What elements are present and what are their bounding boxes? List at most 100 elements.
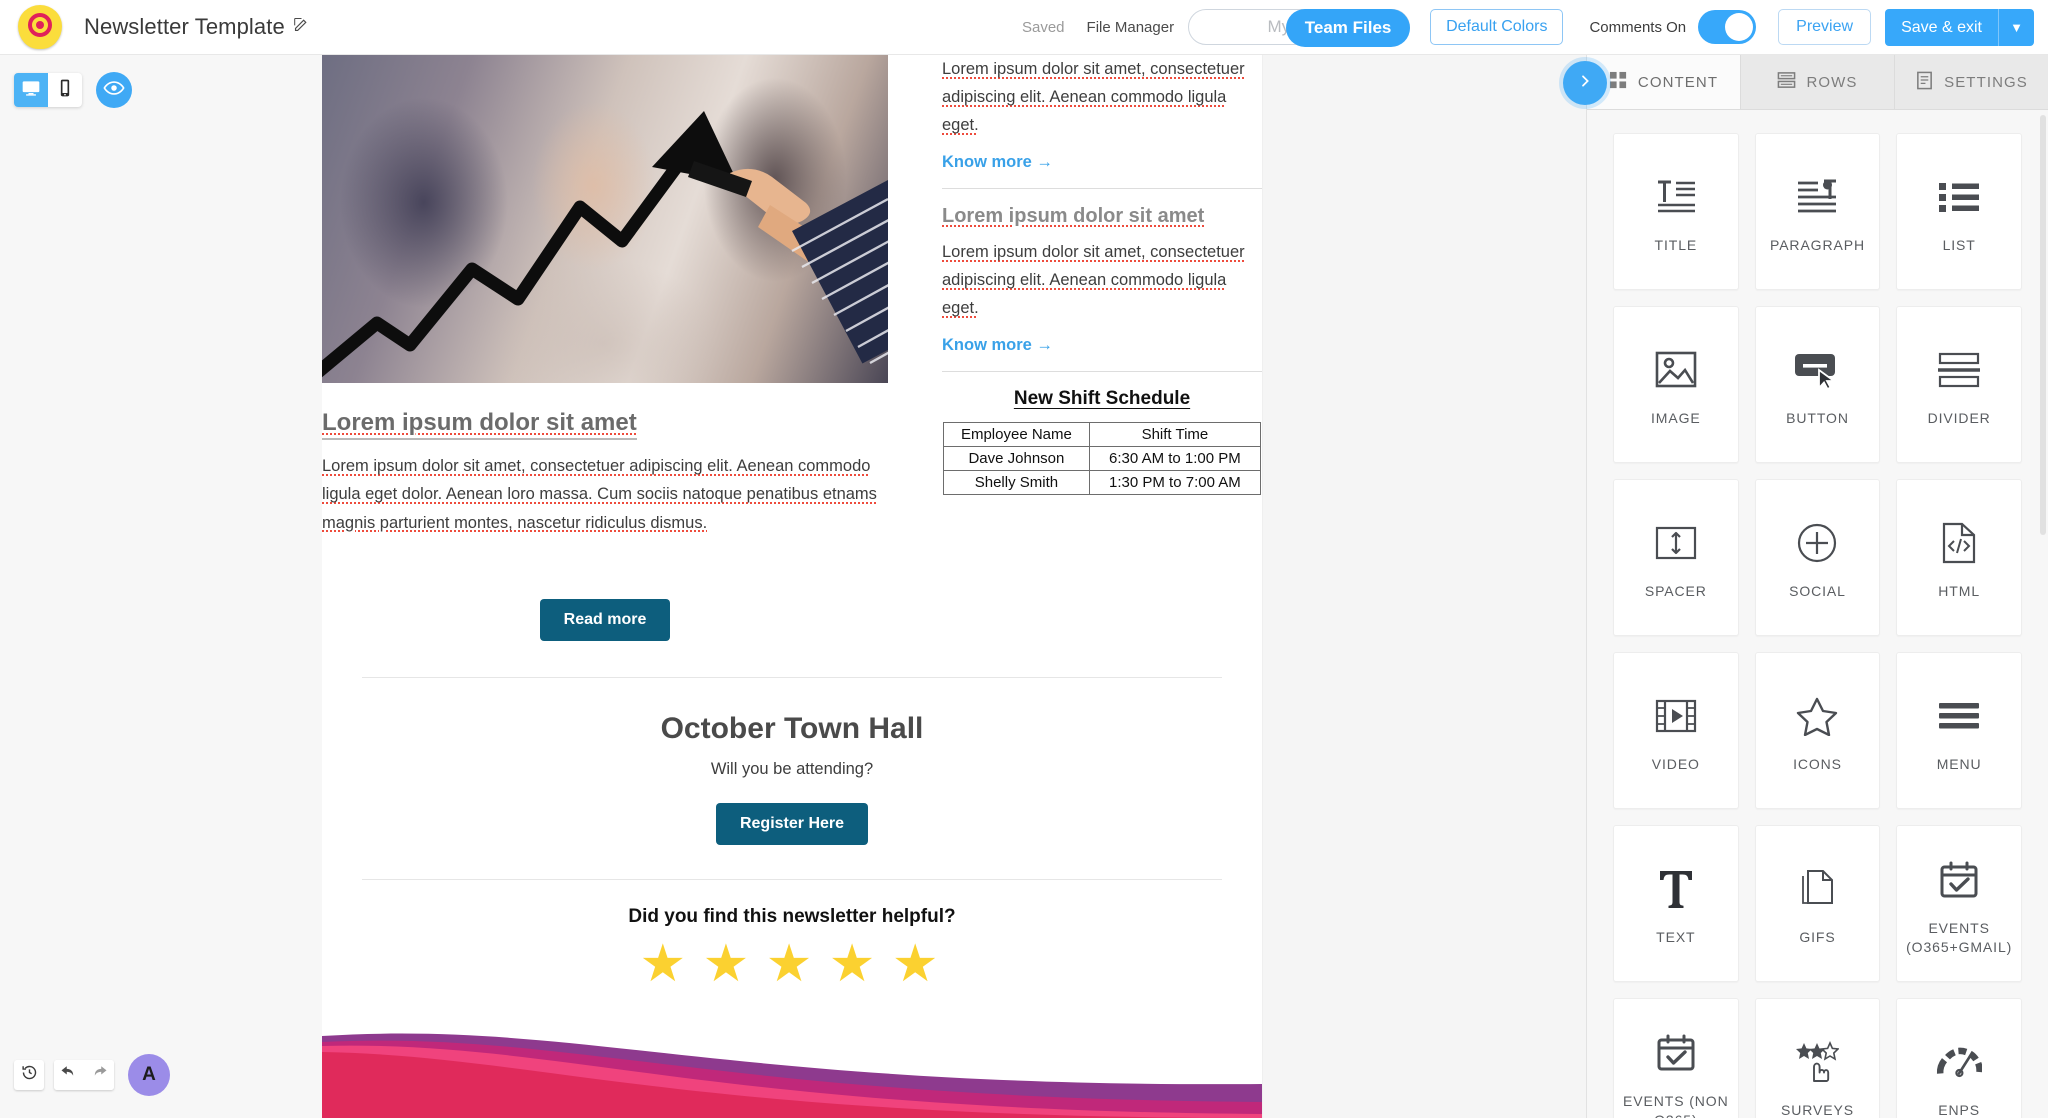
block-social[interactable]: SOCIAL <box>1754 479 1881 636</box>
tab-settings-label: SETTINGS <box>1944 73 2028 91</box>
know-more-link-1[interactable]: Know more → <box>942 153 1053 172</box>
star-icon[interactable]: ★ <box>829 935 882 993</box>
block-label: SURVEYS <box>1781 1102 1854 1118</box>
block-label: SPACER <box>1644 583 1707 600</box>
star-icon[interactable]: ★ <box>892 935 945 993</box>
block-label: GIFS <box>1799 929 1836 946</box>
panel-collapse-button[interactable] <box>1563 61 1607 105</box>
preview-button[interactable]: Preview <box>1778 9 1872 45</box>
comments-toggle-label: Comments On <box>1589 18 1687 36</box>
save-exit-dropdown-caret[interactable]: ▼ <box>1998 8 2034 46</box>
star-icon[interactable]: ★ <box>640 935 693 993</box>
email-canvas[interactable]: Lorem ipsum dolor sit amet Lorem ipsum d… <box>322 55 1586 1118</box>
shift-schedule-table: Employee Name Shift Time Dave Johnson 6:… <box>943 422 1262 496</box>
plus-circle-icon <box>1796 514 1838 572</box>
rows-stack-icon <box>1777 71 1796 94</box>
hamburger-menu-icon <box>1938 687 1980 745</box>
block-text[interactable]: TEXT <box>1613 825 1739 982</box>
spacer-icon <box>1654 514 1698 572</box>
redo-button[interactable] <box>84 1060 114 1090</box>
block-label: EVENTS (NON O365) <box>1623 1093 1729 1118</box>
paragraph-icon <box>1794 168 1840 226</box>
default-colors-button[interactable]: Default Colors <box>1430 9 1564 45</box>
know-more-link-2[interactable]: Know more → <box>942 336 1053 355</box>
block-enps[interactable]: ENPS <box>1896 998 2022 1118</box>
left-column-heading: Lorem ipsum dolor sit amet <box>322 409 637 440</box>
block-spacer[interactable]: SPACER <box>1613 479 1739 636</box>
register-here-button[interactable]: Register Here <box>715 803 869 846</box>
star-icon[interactable]: ★ <box>766 935 819 993</box>
block-label: ICONS <box>1793 756 1842 773</box>
calendar-check-icon <box>1656 1024 1696 1082</box>
document-title-text: Newsletter Template <box>84 14 285 39</box>
block-gifs[interactable]: GIFS <box>1754 825 1881 982</box>
column-header-shift-time: Shift Time <box>1088 422 1262 448</box>
avatar[interactable]: A <box>128 1054 170 1096</box>
block-events-o365-gmail[interactable]: EVENTS (O365+GMAIL) <box>1896 825 2022 982</box>
edit-pencil-icon[interactable] <box>293 16 310 38</box>
read-more-button[interactable]: Read more <box>539 599 671 642</box>
files-segmented-control[interactable]: My Files Team Files <box>1188 9 1411 47</box>
block-surveys[interactable]: SURVEYS <box>1754 998 1881 1118</box>
block-label: IMAGE <box>1651 410 1701 427</box>
block-label: TEXT <box>1656 929 1696 946</box>
desktop-view-button[interactable] <box>14 73 48 107</box>
block-title[interactable]: TITLE <box>1613 133 1739 290</box>
save-exit-button[interactable]: Save & exit <box>1885 8 1998 46</box>
tab-content[interactable]: CONTENT <box>1587 55 1741 109</box>
mobile-phone-icon <box>55 78 75 103</box>
segment-team-files[interactable]: Team Files <box>1286 9 1411 47</box>
brand-logo-icon <box>18 5 62 49</box>
mobile-view-button[interactable] <box>48 73 82 107</box>
block-paragraph[interactable]: PARAGRAPH <box>1754 133 1881 290</box>
block-html[interactable]: HTML <box>1896 479 2022 636</box>
block-button[interactable]: BUTTON <box>1754 306 1881 463</box>
block-label: HTML <box>1938 583 1981 600</box>
undo-arrow-icon <box>60 1064 78 1087</box>
content-blocks-grid[interactable]: TITLE PARAGRAPH LIST IMAGE BUTTON DIVIDE… <box>1587 111 2048 1118</box>
redo-arrow-icon <box>90 1064 108 1087</box>
block-list[interactable]: LIST <box>1896 133 2022 290</box>
comments-toggle[interactable] <box>1698 10 1757 44</box>
left-column-heading-text: Lorem ipsum dolor sit amet <box>322 409 637 436</box>
survey-star-rating[interactable]: ★ ★ ★ ★ ★ <box>322 938 1262 990</box>
right-item2-paragraph: Lorem ipsum dolor sit amet, consectetuer… <box>942 243 1245 318</box>
document-title: Newsletter Template <box>84 14 310 40</box>
title-icon <box>1653 168 1699 226</box>
block-menu[interactable]: MENU <box>1896 652 2022 809</box>
block-events-non-o365[interactable]: EVENTS (NON O365) <box>1613 998 1739 1118</box>
undo-redo-group <box>54 1060 114 1090</box>
button-icon <box>1793 341 1841 399</box>
block-video[interactable]: VIDEO <box>1613 652 1739 809</box>
block-divider[interactable]: DIVIDER <box>1896 306 2022 463</box>
version-history-button[interactable] <box>14 1060 44 1090</box>
bottom-tool-group: A <box>14 1054 170 1096</box>
desktop-monitor-icon <box>21 78 41 103</box>
save-exit-group: Save & exit ▼ <box>1885 8 2034 46</box>
file-manager-label[interactable]: File Manager <box>1087 19 1175 36</box>
tab-content-label: CONTENT <box>1637 73 1719 91</box>
chevron-right-icon <box>1577 73 1593 94</box>
growth-arrow-graphic <box>322 111 888 378</box>
left-rail: A <box>0 55 322 1118</box>
tab-rows[interactable]: ROWS <box>1741 55 1895 109</box>
tab-settings[interactable]: SETTINGS <box>1895 55 2048 109</box>
panel-scrollbar[interactable] <box>2040 115 2046 535</box>
hero-image[interactable] <box>322 55 888 383</box>
list-icon <box>1937 168 1981 226</box>
cell-employee-name: Dave Johnson <box>943 446 1090 472</box>
saved-status: Saved <box>1021 18 1065 36</box>
email-sheet: Lorem ipsum dolor sit amet Lorem ipsum d… <box>322 55 1262 1118</box>
brand-logo[interactable] <box>18 5 62 49</box>
device-preview-switch <box>14 73 82 107</box>
document-lines-icon <box>1915 71 1934 94</box>
email-right-column: Lorem ipsum dolor sit amet, consectetuer… <box>914 55 1262 641</box>
star-icon[interactable]: ★ <box>703 935 756 993</box>
table-row-header: Employee Name Shift Time <box>943 422 1262 448</box>
block-label: SOCIAL <box>1789 583 1846 600</box>
undo-button[interactable] <box>54 1060 84 1090</box>
preview-eye-button[interactable] <box>96 72 132 108</box>
column-header-employee-name: Employee Name <box>943 422 1090 448</box>
block-image[interactable]: IMAGE <box>1613 306 1739 463</box>
block-icons[interactable]: ICONS <box>1754 652 1881 809</box>
